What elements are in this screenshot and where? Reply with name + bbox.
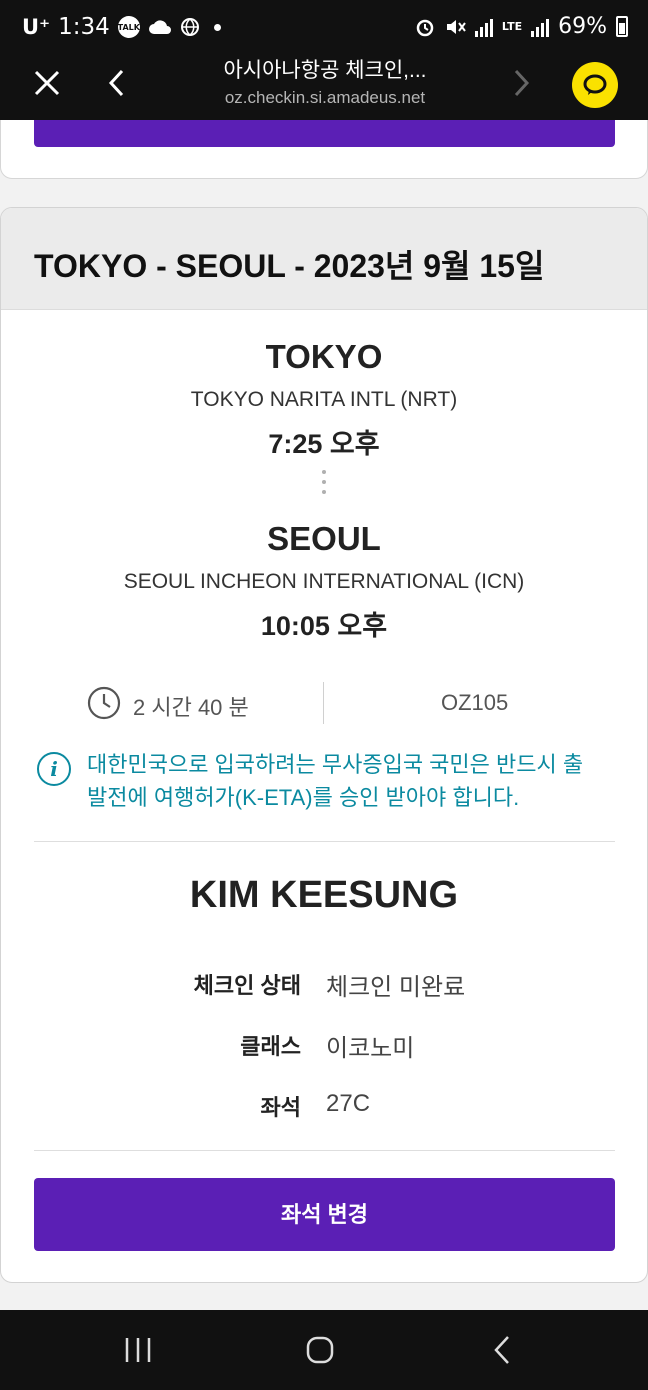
notice-line-2: 발전에 여행허가(K-ETA)를 승인 받아야 합니다. [87, 785, 520, 810]
arrival-time: 10:05 오후 [260, 611, 388, 641]
kakaotalk-share-button[interactable] [572, 62, 618, 108]
close-button[interactable] [22, 58, 72, 108]
seat-value: 27C [326, 1090, 371, 1117]
recent-apps-button[interactable] [118, 1332, 158, 1368]
status-bar-right: LTE 69% [415, 14, 628, 39]
forward-button[interactable] [496, 58, 546, 108]
flight-summary-row: 2 시간 40 분 OZ105 [1, 682, 647, 724]
previous-card [0, 120, 648, 179]
flight-route-date: TOKYO - SEOUL - 2023년 9월 15일 [34, 248, 545, 284]
carrier-label: U⁺ [22, 15, 51, 39]
section-divider [34, 1150, 615, 1151]
status-bar-left: U⁺ 1:34 TALK [22, 14, 221, 40]
wifi-signal-icon [474, 17, 493, 37]
change-seat-button[interactable]: 좌석 변경 [34, 1178, 615, 1251]
kakaotalk-icon [583, 74, 607, 95]
origin-city: TOKYO [265, 338, 383, 375]
flight-number: OZ105 [441, 690, 509, 715]
forward-arrow-icon [514, 69, 530, 97]
destination-airport: SEOUL INCHEON INTERNATIONAL (ICN) [123, 570, 525, 593]
in-app-browser-bar: 아시아나항공 체크인,... oz.checkin.si.amadeus.net [0, 58, 648, 120]
flight-card: TOKYO - SEOUL - 2023년 9월 15일 TOKYO TOKYO… [0, 207, 648, 1283]
k-eta-notice-text: 대한민국으로 입국하려는 무사증입국 국민은 반드시 출 발전에 여행허가(K-… [87, 748, 617, 814]
cloud-icon [148, 20, 171, 34]
lte-label: LTE [501, 20, 523, 33]
mute-icon [446, 19, 466, 34]
clock-time: 1:34 [58, 14, 110, 40]
page-title: 아시아나항공 체크인,... [223, 59, 427, 82]
close-icon [34, 70, 60, 96]
battery-icon [616, 16, 628, 37]
info-icon: i [37, 752, 71, 786]
origin-airport: TOKYO NARITA INTL (NRT) [190, 388, 458, 411]
back-icon [494, 1336, 509, 1364]
home-icon [306, 1336, 334, 1364]
back-button[interactable] [92, 58, 142, 108]
alarm-icon [416, 19, 434, 36]
destination-city: SEOUL [267, 520, 381, 557]
home-button[interactable] [300, 1332, 340, 1368]
flight-duration: 2 시간 40 분 [133, 695, 249, 720]
notice-line-1: 대한민국으로 입국하려는 무사증입국 국민은 반드시 출 [87, 752, 584, 777]
checkin-status-label: 체크인 상태 [193, 973, 301, 998]
class-value: 이코노미 [326, 1035, 415, 1062]
clock-icon [87, 686, 121, 720]
back-arrow-icon [108, 69, 124, 97]
section-divider [34, 841, 615, 842]
seat-label: 좌석 [260, 1095, 301, 1120]
page-content: TOKYO - SEOUL - 2023년 9월 15일 TOKYO TOKYO… [0, 120, 648, 1310]
system-navigation-bar [0, 1310, 648, 1390]
recent-apps-icon [125, 1338, 151, 1362]
passenger-name: KIM KEESUNG [189, 874, 459, 916]
route-connector-dots [321, 470, 327, 500]
class-label: 클래스 [240, 1034, 301, 1059]
cell-signal-icon [531, 17, 550, 37]
checkin-status-value: 체크인 미완료 [326, 974, 466, 1001]
summary-divider [323, 682, 324, 724]
flight-card-header: TOKYO - SEOUL - 2023년 9월 15일 [1, 208, 647, 310]
battery-percent: 69% [558, 14, 607, 39]
kakaotalk-notification-icon: TALK [118, 16, 140, 38]
globe-icon [180, 18, 199, 36]
notification-dot [213, 23, 221, 31]
previous-card-button[interactable] [34, 120, 615, 147]
system-back-button[interactable] [482, 1332, 522, 1368]
departure-time: 7:25 오후 [268, 429, 380, 459]
status-bar: U⁺ 1:34 TALK LTE 69% [0, 0, 648, 58]
page-url: oz.checkin.si.amadeus.net [224, 88, 426, 107]
